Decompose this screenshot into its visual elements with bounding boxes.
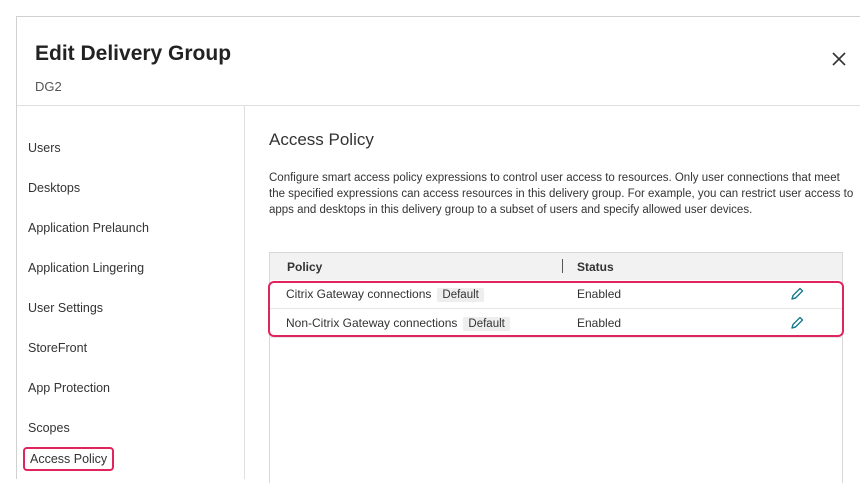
policy-name: Non-Citrix Gateway connections — [286, 316, 458, 330]
column-header-policy[interactable]: Policy — [287, 260, 322, 274]
sidebar-item-storefront[interactable]: StoreFront — [23, 336, 92, 360]
pencil-icon[interactable] — [789, 286, 805, 302]
sidebar-item-application-lingering[interactable]: Application Lingering — [23, 256, 149, 280]
default-badge: Default — [463, 317, 510, 331]
policy-name: Citrix Gateway connections — [286, 287, 432, 301]
table-row[interactable]: Non-Citrix Gateway connections Default En… — [270, 309, 842, 338]
status-cell: Enabled — [577, 287, 622, 301]
dialog-header: Edit Delivery Group DG2 — [17, 17, 860, 106]
column-header-status[interactable]: Status — [577, 260, 614, 274]
sidebar-item-desktops[interactable]: Desktops — [23, 176, 85, 200]
access-policy-table: Policy Status Citrix Gateway connections… — [268, 252, 844, 483]
table-header: Policy Status — [270, 253, 842, 280]
sidebar-item-access-policy[interactable]: Access Policy — [23, 447, 115, 471]
policy-cell: Non-Citrix Gateway connections Default — [286, 316, 510, 331]
edit-delivery-group-dialog: Edit Delivery Group DG2 Users Desktops A… — [16, 16, 860, 483]
dialog-title: Edit Delivery Group — [35, 42, 232, 65]
table-row[interactable]: Citrix Gateway connections Default Enable… — [270, 280, 842, 309]
default-badge: Default — [437, 288, 484, 302]
policy-cell: Citrix Gateway connections Default — [286, 287, 484, 302]
sidebar-item-scopes[interactable]: Scopes — [23, 416, 75, 440]
sidebar-item-app-protection[interactable]: App Protection — [23, 376, 115, 400]
status-cell: Enabled — [577, 316, 622, 330]
dialog-subtitle: DG2 — [35, 79, 62, 94]
sidebar-nav: Users Desktops Application Prelaunch App… — [17, 106, 245, 479]
pencil-icon[interactable] — [789, 315, 805, 331]
main-content: Access Policy Configure smart access pol… — [245, 106, 860, 483]
column-separator — [562, 259, 563, 273]
section-description: Configure smart access policy expression… — [269, 172, 854, 216]
close-icon[interactable] — [829, 49, 849, 69]
section-title: Access Policy — [269, 130, 374, 149]
sidebar-item-application-prelaunch[interactable]: Application Prelaunch — [23, 216, 154, 240]
sidebar-item-users[interactable]: Users — [23, 136, 66, 160]
sidebar-item-user-settings[interactable]: User Settings — [23, 296, 108, 320]
